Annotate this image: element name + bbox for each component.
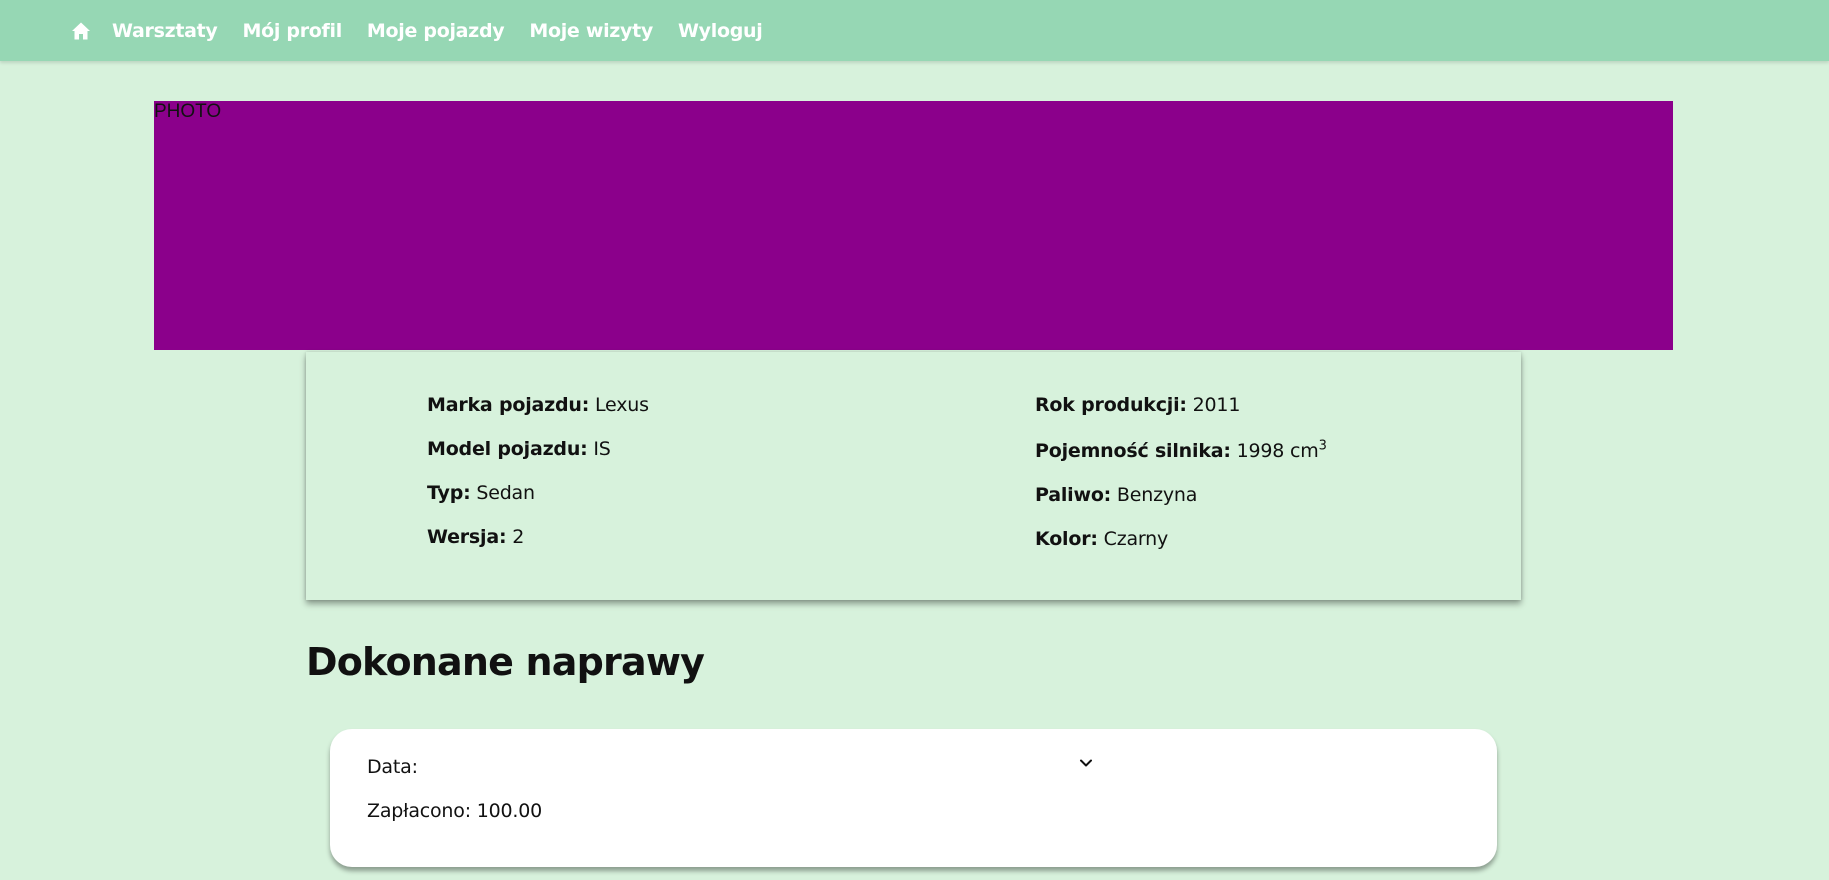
detail-engine-capacity: Pojemność silnika: 1998 cm3 [1035, 438, 1327, 464]
detail-version: Wersja: 2 [427, 526, 649, 548]
vehicle-photo: PHOTO [154, 101, 1673, 350]
detail-label: Marka pojazdu: [427, 394, 590, 416]
top-navbar: Warsztaty Mój profil Moje pojazdy Moje w… [0, 0, 1829, 61]
nav-link-moj-profil[interactable]: Mój profil [243, 20, 343, 42]
nav-link-warsztaty[interactable]: Warsztaty [112, 20, 218, 42]
detail-model: Model pojazdu: IS [427, 438, 649, 460]
detail-value: Sedan [476, 482, 535, 504]
detail-label: Paliwo: [1035, 484, 1112, 506]
detail-type: Typ: Sedan [427, 482, 649, 504]
detail-label: Typ: [427, 482, 471, 504]
detail-unit-exponent: 3 [1318, 438, 1327, 454]
detail-value: Czarny [1103, 528, 1169, 550]
detail-value: Lexus [595, 394, 649, 416]
detail-label: Kolor: [1035, 528, 1098, 550]
detail-value: Benzyna [1116, 484, 1198, 506]
vehicle-details-card: Marka pojazdu: Lexus Model pojazdu: IS T… [306, 352, 1521, 600]
nav-link-moje-wizyty[interactable]: Moje wizyty [529, 20, 653, 42]
detail-value: 2011 [1192, 394, 1241, 416]
repair-date-label: Data: [367, 756, 418, 778]
repairs-section-title: Dokonane naprawy [306, 640, 705, 684]
detail-value: IS [593, 438, 611, 460]
detail-color: Kolor: Czarny [1035, 528, 1327, 550]
nav-link-wyloguj[interactable]: Wyloguj [678, 20, 763, 42]
vehicle-details-left-column: Marka pojazdu: Lexus Model pojazdu: IS T… [427, 394, 649, 570]
nav-link-moje-pojazdy[interactable]: Moje pojazdy [367, 20, 505, 42]
repair-card[interactable]: Data: Zapłacono: 100.00 [330, 729, 1497, 867]
detail-make: Marka pojazdu: Lexus [427, 394, 649, 416]
detail-label: Pojemność silnika: [1035, 440, 1231, 462]
detail-fuel: Paliwo: Benzyna [1035, 484, 1327, 506]
detail-value: 1998 cm [1236, 440, 1319, 462]
home-icon[interactable] [70, 20, 92, 42]
detail-production-year: Rok produkcji: 2011 [1035, 394, 1327, 416]
detail-label: Rok produkcji: [1035, 394, 1187, 416]
chevron-down-icon[interactable] [1078, 755, 1094, 771]
repair-paid-amount: Zapłacono: 100.00 [367, 800, 543, 822]
photo-placeholder-label: PHOTO [154, 101, 222, 122]
vehicle-details-right-column: Rok produkcji: 2011 Pojemność silnika: 1… [1035, 394, 1327, 572]
detail-label: Model pojazdu: [427, 438, 588, 460]
detail-label: Wersja: [427, 526, 507, 548]
detail-value: 2 [512, 526, 525, 548]
